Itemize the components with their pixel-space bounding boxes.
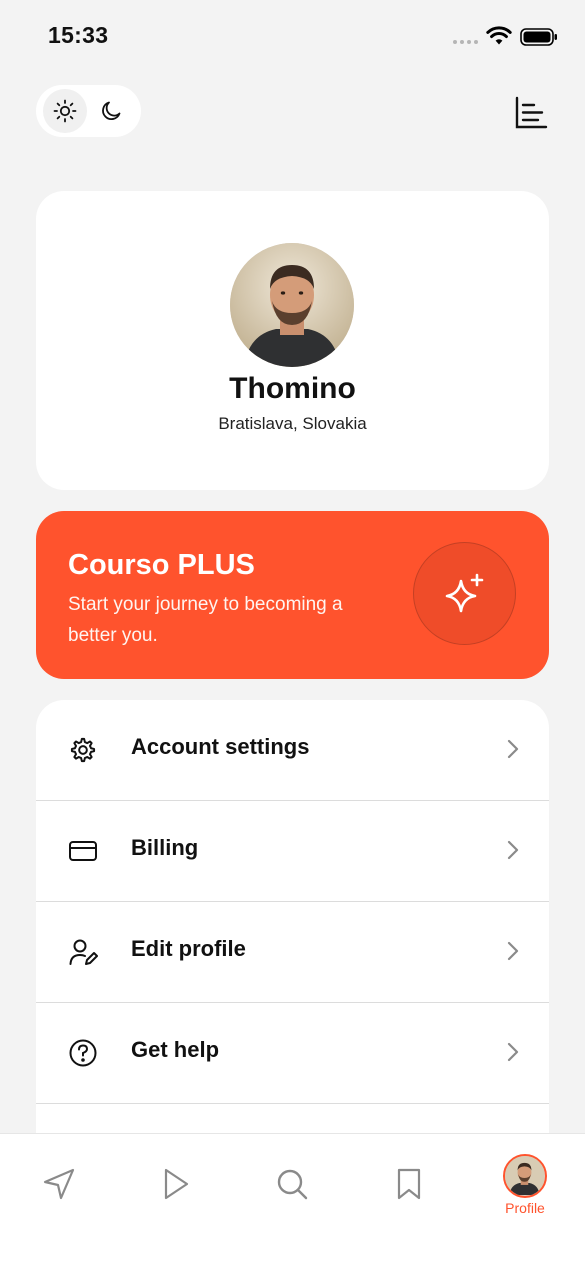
menu-item-get-help[interactable]: Get help <box>36 1003 549 1104</box>
plus-upgrade-button[interactable] <box>413 542 516 645</box>
chevron-right-icon <box>507 739 519 759</box>
menu-item-label: Edit profile <box>131 936 246 961</box>
avatar[interactable] <box>230 243 354 367</box>
dark-mode-button[interactable] <box>89 89 133 133</box>
settings-menu: Account settings Billing Edit profile Ge… <box>36 700 549 1140</box>
navigation-icon <box>43 1168 75 1200</box>
tab-bookmarks[interactable] <box>379 1154 439 1214</box>
tab-search[interactable] <box>262 1154 322 1214</box>
menu-item-edit-profile[interactable]: Edit profile <box>36 902 549 1003</box>
status-time: 15:33 <box>48 22 109 48</box>
menu-item-billing[interactable]: Billing <box>36 801 549 902</box>
tab-explore[interactable] <box>29 1154 89 1214</box>
profile-card: Thomino Bratislava, Slovakia <box>36 191 549 490</box>
chevron-right-icon <box>507 840 519 860</box>
moon-icon <box>102 101 121 120</box>
menu-item-account-settings[interactable]: Account settings <box>36 700 549 801</box>
gear-icon <box>70 737 96 763</box>
search-icon <box>277 1169 308 1200</box>
courso-plus-banner[interactable]: Courso PLUS Start your journey to becomi… <box>36 511 549 679</box>
sparkles-icon <box>445 573 483 612</box>
light-mode-button[interactable] <box>43 89 87 133</box>
battery-icon <box>520 28 557 46</box>
tab-profile[interactable] <box>503 1154 547 1198</box>
chevron-right-icon <box>507 941 519 961</box>
stats-button[interactable] <box>512 94 550 132</box>
tab-profile-label[interactable]: Profile <box>485 1200 565 1216</box>
avatar <box>505 1156 544 1195</box>
plus-title: Courso PLUS <box>68 549 255 581</box>
profile-location: Bratislava, Slovakia <box>218 414 367 433</box>
sun-icon <box>53 99 77 123</box>
user-edit-icon <box>69 939 98 965</box>
menu-item-label: Billing <box>131 835 199 860</box>
cellular-signal-icon <box>453 40 478 44</box>
tab-bar: Profile <box>0 1133 585 1267</box>
bar-chart-icon <box>515 96 548 129</box>
bookmark-icon <box>397 1168 421 1200</box>
tab-play[interactable] <box>146 1154 206 1214</box>
wifi-icon <box>486 26 512 45</box>
theme-toggle[interactable] <box>36 85 141 137</box>
chevron-right-icon <box>507 1042 519 1062</box>
play-icon <box>164 1168 189 1200</box>
status-bar: 15:33 <box>0 0 585 70</box>
menu-item-label: Account settings <box>131 734 310 759</box>
plus-subtitle: Start your journey to becoming a better … <box>68 594 343 646</box>
credit-card-icon <box>69 841 97 861</box>
menu-item-label: Get help <box>131 1037 220 1062</box>
profile-name: Thomino <box>229 372 356 405</box>
help-circle-icon <box>69 1039 97 1067</box>
